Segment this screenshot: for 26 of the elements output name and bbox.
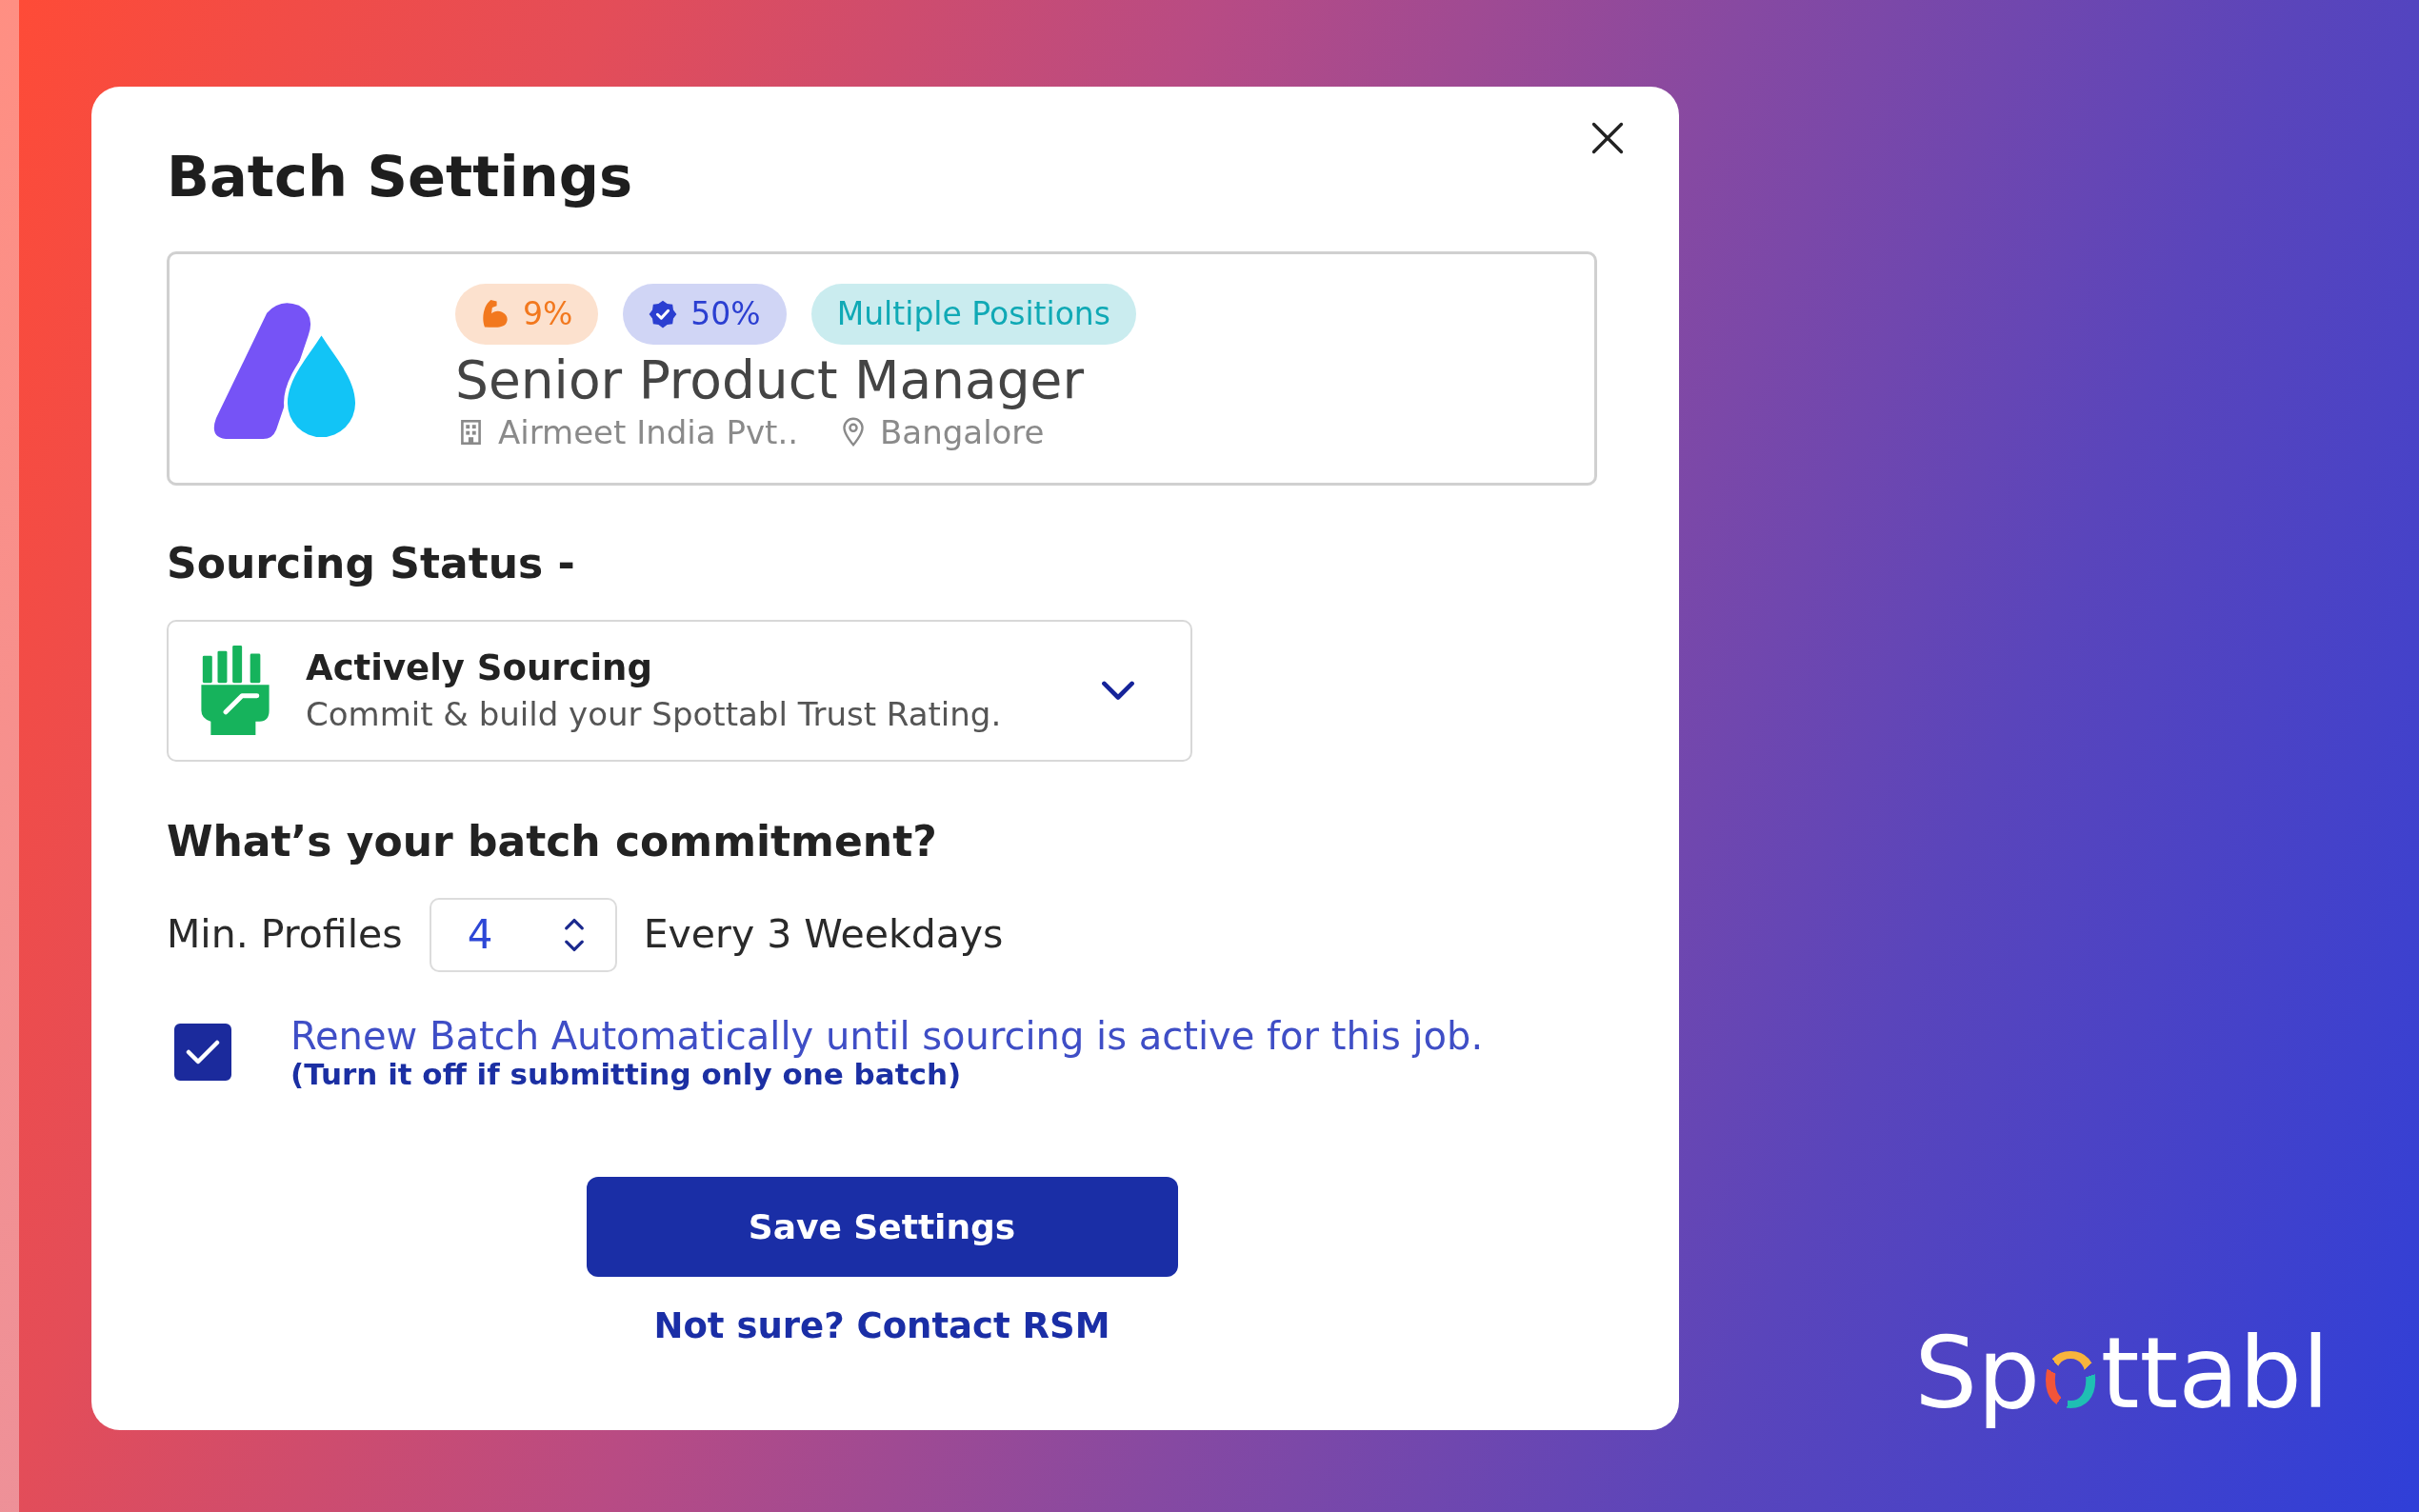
auto-renew-label: Renew Batch Automatically until sourcing is active for this job. xyxy=(290,1013,1484,1058)
dialog-title: Batch Settings xyxy=(167,144,632,211)
job-location: Bangalore xyxy=(880,411,1045,453)
chevron-down-icon xyxy=(1101,680,1135,701)
raised-fist-icon xyxy=(201,646,270,736)
location-pin-icon xyxy=(842,417,865,448)
flexed-arm-icon xyxy=(481,299,510,328)
min-profiles-label: Min. Profiles xyxy=(167,911,403,959)
verified-badge-icon xyxy=(649,299,678,328)
interval-label: Every 3 Weekdays xyxy=(643,911,1004,959)
job-title: Senior Product Manager xyxy=(455,348,1085,411)
company-name: Airmeet India Pvt.. xyxy=(498,411,798,453)
save-settings-button[interactable]: Save Settings xyxy=(586,1177,1178,1278)
tag-label: 50% xyxy=(690,296,761,331)
status-dropdown[interactable]: Actively Sourcing Commit & build your Spottabl Trust Rating. xyxy=(167,619,1192,762)
section-heading: What’s your batch commitment? xyxy=(167,815,937,867)
check-icon xyxy=(186,1038,220,1065)
section-heading: Sourcing Status - xyxy=(167,537,575,589)
close-icon xyxy=(1591,122,1624,154)
tag-label: 9% xyxy=(523,296,573,331)
auto-renew-checkbox[interactable] xyxy=(174,1023,231,1081)
building-icon xyxy=(461,419,481,445)
tag-label: Multiple Positions xyxy=(836,296,1110,331)
profiles-stepper[interactable]: 4 xyxy=(429,897,617,972)
contact-rsm-link[interactable]: Not sure? Contact RSM xyxy=(653,1303,1110,1350)
auto-renew-hint: (Turn it off if submitting only one batch) xyxy=(290,1057,962,1092)
